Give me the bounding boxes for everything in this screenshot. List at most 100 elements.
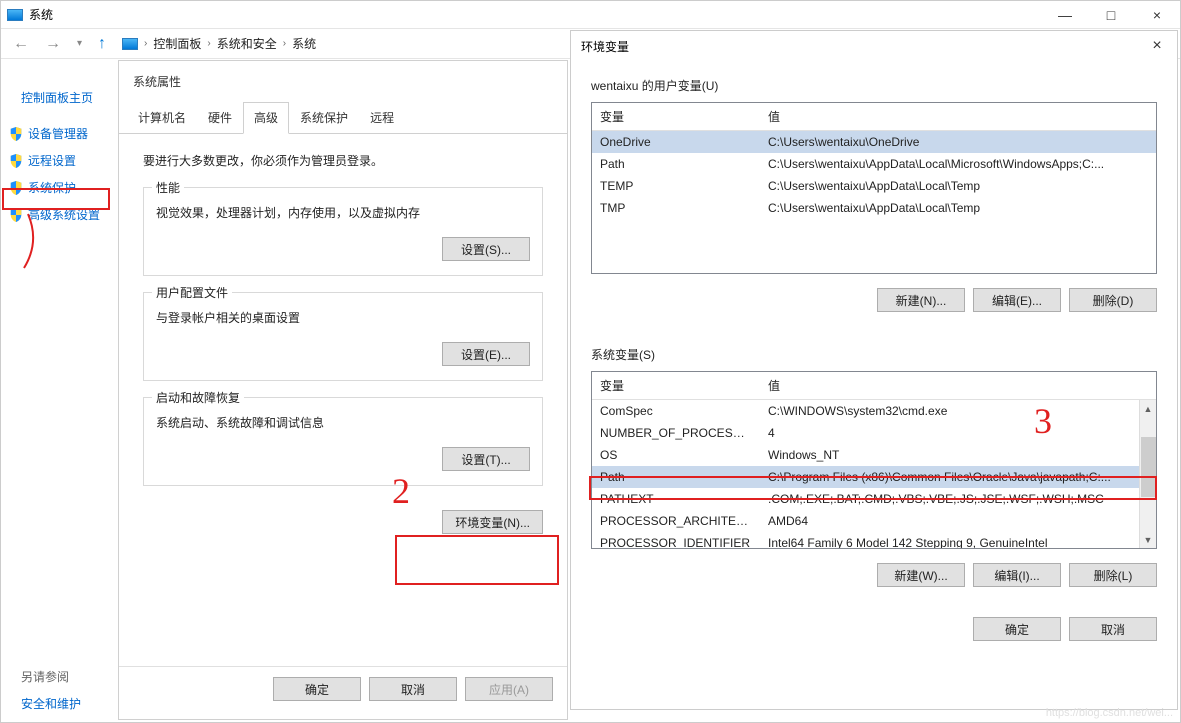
sidebar-item-label: 系统保护 (28, 179, 76, 196)
tab[interactable]: 计算机名 (127, 102, 197, 133)
var-value: C:\Users\wentaixu\AppData\Local\Temp (760, 175, 1156, 197)
table-row[interactable]: TMPC:\Users\wentaixu\AppData\Local\Temp (592, 197, 1156, 219)
breadcrumb-icon (122, 38, 138, 50)
minimize-button[interactable]: — (1042, 1, 1088, 29)
user-vars-table[interactable]: 变量 值 OneDriveC:\Users\wentaixu\OneDriveP… (591, 102, 1157, 274)
sidebar-title[interactable]: 控制面板主页 (1, 83, 119, 120)
var-name: Path (592, 153, 760, 175)
var-name: ComSpec (592, 400, 760, 422)
sidebar-item[interactable]: 系统保护 (1, 174, 119, 201)
chevron-right-icon[interactable]: › (207, 38, 210, 49)
tab[interactable]: 系统保护 (289, 102, 359, 133)
up-button[interactable]: ↑ (94, 35, 110, 53)
sidebar-item[interactable]: 远程设置 (1, 147, 119, 174)
col-value[interactable]: 值 (760, 103, 1156, 130)
var-value: Windows_NT (760, 444, 1156, 466)
col-variable[interactable]: 变量 (592, 103, 760, 130)
tab-body-advanced: 要进行大多数更改，你必须作为管理员登录。 性能视觉效果，处理器计划，内存使用，以… (119, 134, 567, 570)
table-row[interactable]: PROCESSOR_ARCHITECT...AMD64 (592, 510, 1156, 532)
cancel-button[interactable]: 取消 (369, 677, 457, 701)
dialog-title: 系统属性 (119, 61, 567, 102)
window-controls: — □ × (1042, 1, 1180, 29)
sidebar-item[interactable]: 设备管理器 (1, 120, 119, 147)
delete-user-var-button[interactable]: 删除(D) (1069, 288, 1157, 312)
delete-sys-var-button[interactable]: 删除(L) (1069, 563, 1157, 587)
table-row[interactable]: ComSpecC:\WINDOWS\system32\cmd.exe (592, 400, 1156, 422)
back-button[interactable]: ← (9, 35, 33, 53)
titlebar: 系统 — □ × (1, 1, 1180, 29)
sidebar-item-label: 设备管理器 (28, 125, 88, 142)
shield-icon (9, 207, 23, 223)
group-desc: 系统启动、系统故障和调试信息 (156, 414, 530, 431)
tab[interactable]: 硬件 (197, 102, 243, 133)
recent-dropdown[interactable]: ▾ (73, 38, 86, 49)
table-row[interactable]: PathC:\Users\wentaixu\AppData\Local\Micr… (592, 153, 1156, 175)
var-name: PATHEXT (592, 488, 760, 510)
table-row[interactable]: TEMPC:\Users\wentaixu\AppData\Local\Temp (592, 175, 1156, 197)
var-value: C:\Program Files (x86)\Common Files\Orac… (760, 466, 1156, 488)
var-value: C:\Users\wentaixu\AppData\Local\Temp (760, 197, 1156, 219)
col-variable[interactable]: 变量 (592, 372, 760, 399)
tab[interactable]: 高级 (243, 102, 289, 134)
window-title: 系统 (29, 6, 53, 23)
col-value[interactable]: 值 (760, 372, 1156, 399)
settings-button[interactable]: 设置(S)... (442, 237, 530, 261)
table-row[interactable]: PROCESSOR_IDENTIFIERIntel64 Family 6 Mod… (592, 532, 1156, 549)
apply-button[interactable]: 应用(A) (465, 677, 553, 701)
close-button[interactable]: × (1134, 1, 1180, 29)
admin-note: 要进行大多数更改，你必须作为管理员登录。 (143, 152, 543, 169)
edit-user-var-button[interactable]: 编辑(E)... (973, 288, 1061, 312)
sys-vars-title: 系统变量(S) (591, 346, 1157, 363)
settings-group: 性能视觉效果，处理器计划，内存使用，以及虚拟内存设置(S)... (143, 187, 543, 276)
ok-button[interactable]: 确定 (273, 677, 361, 701)
scrollbar[interactable]: ▲ ▼ (1139, 400, 1156, 548)
breadcrumb-item[interactable]: 系统 (292, 35, 316, 52)
cancel-button[interactable]: 取消 (1069, 617, 1157, 641)
table-row[interactable]: NUMBER_OF_PROCESSORS4 (592, 422, 1156, 444)
chevron-right-icon[interactable]: › (283, 38, 286, 49)
ok-button[interactable]: 确定 (973, 617, 1061, 641)
group-desc: 视觉效果，处理器计划，内存使用，以及虚拟内存 (156, 204, 530, 221)
var-value: C:\WINDOWS\system32\cmd.exe (760, 400, 1156, 422)
table-header: 变量 值 (592, 103, 1156, 131)
var-name: PROCESSOR_IDENTIFIER (592, 532, 760, 549)
table-row[interactable]: OSWindows_NT (592, 444, 1156, 466)
sidebar-footer: 另请参阅 安全和维护 (21, 668, 81, 712)
scroll-down-icon[interactable]: ▼ (1140, 531, 1156, 548)
var-value: 4 (760, 422, 1156, 444)
scroll-up-icon[interactable]: ▲ (1140, 400, 1156, 417)
user-vars-section: wentaixu 的用户变量(U) 变量 值 OneDriveC:\Users\… (571, 61, 1177, 330)
table-header: 变量 值 (592, 372, 1156, 400)
var-value: C:\Users\wentaixu\AppData\Local\Microsof… (760, 153, 1156, 175)
sys-vars-table[interactable]: 变量 值 ComSpecC:\WINDOWS\system32\cmd.exeN… (591, 371, 1157, 549)
forward-button[interactable]: → (41, 35, 65, 53)
shield-icon (9, 153, 23, 169)
var-name: Path (592, 466, 760, 488)
table-row[interactable]: PathC:\Program Files (x86)\Common Files\… (592, 466, 1156, 488)
var-name: TMP (592, 197, 760, 219)
tab[interactable]: 远程 (359, 102, 405, 133)
footer-link[interactable]: 安全和维护 (21, 695, 81, 712)
new-user-var-button[interactable]: 新建(N)... (877, 288, 965, 312)
var-value: AMD64 (760, 510, 1156, 532)
table-row[interactable]: PATHEXT.COM;.EXE;.BAT;.CMD;.VBS;.VBE;.JS… (592, 488, 1156, 510)
table-row[interactable]: OneDriveC:\Users\wentaixu\OneDrive (592, 131, 1156, 153)
scrollbar-thumb[interactable] (1141, 437, 1156, 497)
var-name: OS (592, 444, 760, 466)
group-title: 用户配置文件 (152, 284, 232, 301)
settings-button[interactable]: 设置(E)... (442, 342, 530, 366)
sidebar-item[interactable]: 高级系统设置 (1, 201, 119, 228)
maximize-button[interactable]: □ (1088, 1, 1134, 29)
settings-button[interactable]: 设置(T)... (442, 447, 530, 471)
environment-variables-button[interactable]: 环境变量(N)... (442, 510, 543, 534)
system-properties-dialog: 系统属性 计算机名硬件高级系统保护远程 要进行大多数更改，你必须作为管理员登录。… (118, 60, 568, 720)
edit-sys-var-button[interactable]: 编辑(I)... (973, 563, 1061, 587)
close-button[interactable]: × (1137, 31, 1177, 61)
breadcrumb-item[interactable]: 系统和安全 (217, 35, 277, 52)
new-sys-var-button[interactable]: 新建(W)... (877, 563, 965, 587)
chevron-right-icon[interactable]: › (144, 38, 147, 49)
shield-icon (9, 126, 23, 142)
breadcrumb-item[interactable]: 控制面板 (153, 35, 201, 52)
var-name: PROCESSOR_ARCHITECT... (592, 510, 760, 532)
environment-variables-dialog: 环境变量 × wentaixu 的用户变量(U) 变量 值 OneDriveC:… (570, 30, 1178, 710)
